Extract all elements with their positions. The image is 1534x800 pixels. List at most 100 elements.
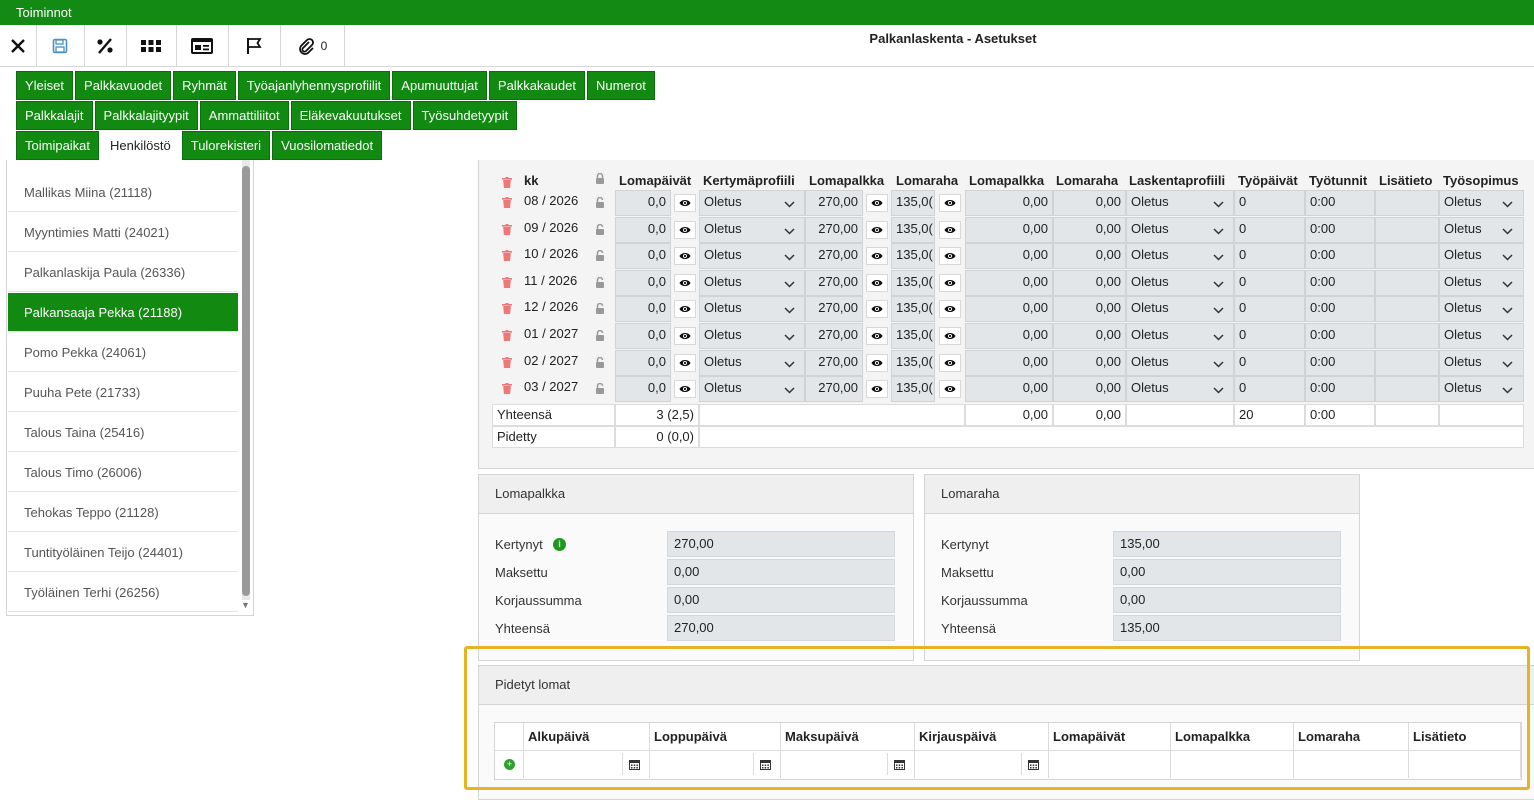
lisatieto-input[interactable] bbox=[1375, 243, 1439, 270]
lomapalkka-input[interactable]: 270,00 bbox=[805, 349, 863, 376]
eye-icon[interactable] bbox=[939, 273, 961, 292]
trash-icon[interactable] bbox=[502, 329, 512, 344]
lomapalkka-paid-input[interactable]: 0,00 bbox=[965, 323, 1053, 349]
lock-icon[interactable] bbox=[595, 249, 605, 264]
tyopaivat-input[interactable]: 0 bbox=[1234, 323, 1305, 349]
eye-icon[interactable] bbox=[866, 273, 888, 292]
tyotunnit-input[interactable]: 0:00 bbox=[1305, 376, 1375, 403]
tab-numerot[interactable]: Numerot bbox=[586, 71, 655, 100]
tab-tulorekisteri[interactable]: Tulorekisteri bbox=[181, 131, 271, 160]
tyotunnit-input[interactable]: 0:00 bbox=[1305, 323, 1375, 349]
lomapalkka-paid-input[interactable]: 0,00 bbox=[965, 376, 1053, 403]
lomaraha-paid-input[interactable]: 0,00 bbox=[1053, 376, 1126, 403]
lomaraha-input[interactable]: 135,0( bbox=[891, 216, 935, 243]
tyotunnit-input[interactable]: 0:00 bbox=[1305, 349, 1375, 376]
eye-icon[interactable] bbox=[939, 327, 961, 345]
lisatieto-input[interactable] bbox=[1375, 376, 1439, 403]
lomapaivat-input[interactable]: 0,0 bbox=[615, 323, 671, 349]
lomapalkka-paid-input[interactable]: 0,00 bbox=[965, 243, 1053, 270]
lock-icon[interactable] bbox=[595, 356, 605, 371]
lomapaivat-input[interactable]: 0,0 bbox=[615, 296, 671, 323]
id-card-button[interactable] bbox=[176, 25, 229, 66]
eye-icon[interactable] bbox=[866, 380, 888, 399]
tyotunnit-input[interactable]: 0:00 bbox=[1305, 269, 1375, 296]
lomaraha-paid-input[interactable]: 0,00 bbox=[1053, 349, 1126, 376]
lomapalkka-paid-input[interactable]: 0,00 bbox=[965, 296, 1053, 323]
eye-icon[interactable] bbox=[866, 327, 888, 345]
person-list-item[interactable]: Puuha Pete (21733) bbox=[8, 373, 238, 412]
lomaraha-paid-input[interactable]: 0,00 bbox=[1053, 190, 1126, 216]
trash-icon[interactable] bbox=[502, 249, 512, 264]
lomapalkka-paid-input[interactable]: 0,00 bbox=[965, 216, 1053, 243]
tab-ammattiliitot[interactable]: Ammattiliitot bbox=[199, 101, 289, 130]
eye-icon[interactable] bbox=[674, 353, 696, 372]
person-list-item[interactable]: Mallikas Miina (21118) bbox=[8, 173, 238, 212]
lomaraha-paid-input[interactable]: 0,00 bbox=[1053, 243, 1126, 270]
tyopaivat-input[interactable]: 0 bbox=[1234, 243, 1305, 270]
lock-icon[interactable] bbox=[595, 382, 605, 397]
lomapalkka-paid-input[interactable]: 0,00 bbox=[965, 349, 1053, 376]
eye-icon[interactable] bbox=[939, 220, 961, 239]
list-scrollbar-thumb[interactable] bbox=[242, 166, 250, 596]
tyopaivat-input[interactable]: 0 bbox=[1234, 269, 1305, 296]
tyotunnit-input[interactable]: 0:00 bbox=[1305, 296, 1375, 323]
lomaraha-input[interactable]: 135,0( bbox=[891, 243, 935, 270]
lomapalkka-input[interactable]: 270,00 bbox=[805, 323, 863, 349]
tyopaivat-input[interactable]: 0 bbox=[1234, 216, 1305, 243]
attachments-button[interactable]: 0 bbox=[280, 25, 345, 66]
person-list-item[interactable]: Palkanlaskija Paula (26336) bbox=[8, 253, 238, 292]
eye-icon[interactable] bbox=[674, 247, 696, 266]
lomapalkka-input[interactable]: 270,00 bbox=[805, 376, 863, 403]
eye-icon[interactable] bbox=[939, 194, 961, 212]
lisatieto-input[interactable] bbox=[1375, 269, 1439, 296]
lomaraha-paid-input[interactable]: 0,00 bbox=[1053, 269, 1126, 296]
trash-icon[interactable] bbox=[502, 223, 512, 238]
lomapalkka-input[interactable]: 270,00 bbox=[805, 296, 863, 323]
tab-eläkevakuutukset[interactable]: Eläkevakuutukset bbox=[290, 101, 411, 130]
apps-button[interactable] bbox=[126, 25, 177, 66]
save-button[interactable] bbox=[36, 25, 85, 66]
person-list-item[interactable]: Myyntimies Matti (24021) bbox=[8, 213, 238, 252]
lomapalkka-input[interactable]: 270,00 bbox=[805, 216, 863, 243]
person-list-item[interactable]: Talous Timo (26006) bbox=[8, 453, 238, 492]
lock-icon[interactable] bbox=[595, 302, 605, 317]
eye-icon[interactable] bbox=[674, 273, 696, 292]
person-list-item[interactable]: Tehokas Teppo (21128) bbox=[8, 493, 238, 532]
trash-icon[interactable] bbox=[502, 196, 512, 211]
close-button[interactable] bbox=[0, 25, 37, 66]
trash-icon[interactable] bbox=[502, 356, 512, 371]
tyopaivat-input[interactable]: 0 bbox=[1234, 376, 1305, 403]
eye-icon[interactable] bbox=[866, 300, 888, 319]
person-list-item[interactable]: Palkansaaja Pekka (21188) bbox=[8, 293, 238, 332]
tab-apumuuttujat[interactable]: Apumuuttujat bbox=[392, 71, 487, 100]
tab-vuosilomatiedot[interactable]: Vuosilomatiedot bbox=[272, 131, 383, 160]
lomaraha-input[interactable]: 135,0( bbox=[891, 323, 935, 349]
tab-palkkalajityypit[interactable]: Palkkalajityypit bbox=[94, 101, 198, 130]
tyotunnit-input[interactable]: 0:00 bbox=[1305, 243, 1375, 270]
trash-icon[interactable] bbox=[502, 382, 512, 397]
lomaraha-input[interactable]: 135,0( bbox=[891, 376, 935, 403]
person-list-item[interactable]: Talous Taina (25416) bbox=[8, 413, 238, 452]
tyotunnit-input[interactable]: 0:00 bbox=[1305, 216, 1375, 243]
lomapaivat-input[interactable]: 0,0 bbox=[615, 376, 671, 403]
lisatieto-input[interactable] bbox=[1375, 323, 1439, 349]
lomaraha-input[interactable]: 135,0( bbox=[891, 349, 935, 376]
tab-henkilöstö[interactable]: Henkilöstö bbox=[101, 131, 180, 160]
lomapalkka-input[interactable]: 270,00 bbox=[805, 269, 863, 296]
lisatieto-input[interactable] bbox=[1375, 216, 1439, 243]
lomaraha-input[interactable]: 135,0( bbox=[891, 190, 935, 216]
eye-icon[interactable] bbox=[866, 353, 888, 372]
lomapaivat-input[interactable]: 0,0 bbox=[615, 269, 671, 296]
eye-icon[interactable] bbox=[674, 327, 696, 345]
tyopaivat-input[interactable]: 0 bbox=[1234, 349, 1305, 376]
trash-icon[interactable] bbox=[502, 302, 512, 317]
tab-yleiset[interactable]: Yleiset bbox=[16, 71, 74, 100]
lomapaivat-input[interactable]: 0,0 bbox=[615, 349, 671, 376]
tab-palkkavuodet[interactable]: Palkkavuodet bbox=[75, 71, 172, 100]
lock-icon[interactable] bbox=[595, 196, 605, 211]
tab-työsuhdetyypit[interactable]: Työsuhdetyypit bbox=[412, 101, 518, 130]
lock-icon[interactable] bbox=[595, 329, 605, 344]
lisatieto-input[interactable] bbox=[1375, 349, 1439, 376]
lock-icon[interactable] bbox=[595, 223, 605, 238]
lomaraha-input[interactable]: 135,0( bbox=[891, 269, 935, 296]
